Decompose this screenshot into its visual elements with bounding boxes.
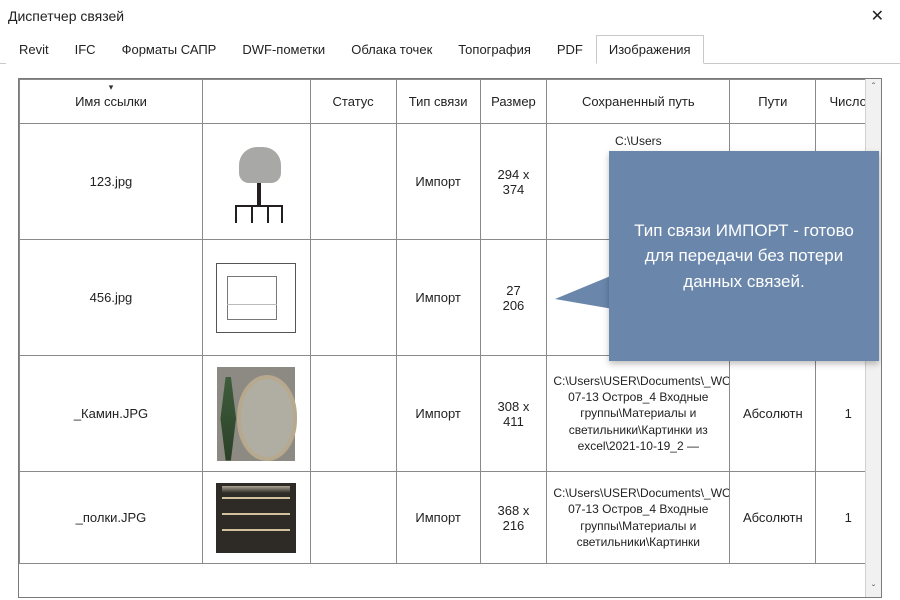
cell-name: _полки.JPG bbox=[20, 472, 203, 564]
cell-link-type: Импорт bbox=[396, 356, 480, 472]
titlebar: Диспетчер связей ✕ bbox=[0, 0, 900, 32]
table-row[interactable]: _полки.JPG Импорт 368 x 216 C:\Users\USE… bbox=[20, 472, 881, 564]
tab-revit[interactable]: Revit bbox=[6, 35, 62, 64]
cell-size: 27 206 bbox=[480, 240, 547, 356]
tab-images[interactable]: Изображения bbox=[596, 35, 704, 64]
cell-link-type: Импорт bbox=[396, 240, 480, 356]
annotation-callout: Тип связи ИМПОРТ - готово для передачи б… bbox=[609, 151, 879, 361]
tabstrip: Revit IFC Форматы САПР DWF-пометки Облак… bbox=[0, 34, 900, 64]
scroll-down-icon[interactable]: ˇ bbox=[866, 581, 881, 597]
cell-size: 368 x 216 bbox=[480, 472, 547, 564]
thumb-shelves-icon bbox=[216, 483, 296, 553]
cell-name: 123.jpg bbox=[20, 124, 203, 240]
col-header-link-type[interactable]: Тип связи bbox=[396, 80, 480, 124]
table-row[interactable]: _Камин.JPG Импорт 308 x 411 C:\Users\USE… bbox=[20, 356, 881, 472]
cell-paths: Абсолютн bbox=[730, 472, 816, 564]
cell-status bbox=[310, 124, 396, 240]
cell-thumbnail bbox=[202, 124, 310, 240]
cell-name: 456.jpg bbox=[20, 240, 203, 356]
cell-name: _Камин.JPG bbox=[20, 356, 203, 472]
cell-link-type: Импорт bbox=[396, 124, 480, 240]
callout-text: Тип связи ИМПОРТ - готово для передачи б… bbox=[625, 218, 863, 295]
cell-thumbnail bbox=[202, 472, 310, 564]
cell-status bbox=[310, 356, 396, 472]
callout-pointer-icon bbox=[555, 275, 613, 309]
cell-saved-path: C:\Users\USER\Documents\_WORK\2021\2021-… bbox=[547, 472, 730, 564]
cell-saved-path: C:\Users\USER\Documents\_WORK\2021\2021-… bbox=[547, 356, 730, 472]
cell-size: 294 x 374 bbox=[480, 124, 547, 240]
cell-status bbox=[310, 472, 396, 564]
tab-topography[interactable]: Топография bbox=[445, 35, 544, 64]
col-header-name[interactable]: ▾ Имя ссылки bbox=[20, 80, 203, 124]
col-header-thumbnail[interactable] bbox=[202, 80, 310, 124]
tab-ifc[interactable]: IFC bbox=[62, 35, 109, 64]
sort-indicator-icon: ▾ bbox=[109, 82, 114, 93]
links-table-container: ▾ Имя ссылки Статус Тип связи Размер Сох… bbox=[18, 78, 882, 598]
cell-thumbnail bbox=[202, 240, 310, 356]
tab-point-clouds[interactable]: Облака точек bbox=[338, 35, 445, 64]
col-header-status[interactable]: Статус bbox=[310, 80, 396, 124]
scroll-up-icon[interactable]: ˆ bbox=[866, 79, 881, 95]
thumb-drawing-icon bbox=[216, 263, 296, 333]
tab-cad-formats[interactable]: Форматы САПР bbox=[109, 35, 230, 64]
tab-dwf-markups[interactable]: DWF-пометки bbox=[229, 35, 338, 64]
cell-paths: Абсолютн bbox=[730, 356, 816, 472]
cell-thumbnail bbox=[202, 356, 310, 472]
thumb-mirror-icon bbox=[217, 367, 295, 461]
cell-status bbox=[310, 240, 396, 356]
window-title: Диспетчер связей bbox=[8, 8, 124, 24]
cell-link-type: Импорт bbox=[396, 472, 480, 564]
close-icon[interactable]: ✕ bbox=[865, 6, 890, 26]
tab-pdf[interactable]: PDF bbox=[544, 35, 596, 64]
cell-size: 308 x 411 bbox=[480, 356, 547, 472]
col-header-saved-path[interactable]: Сохраненный путь bbox=[547, 80, 730, 124]
col-header-size[interactable]: Размер bbox=[480, 80, 547, 124]
thumb-chair-icon bbox=[221, 137, 291, 227]
table-header-row: ▾ Имя ссылки Статус Тип связи Размер Сох… bbox=[20, 80, 881, 124]
col-header-paths[interactable]: Пути bbox=[730, 80, 816, 124]
